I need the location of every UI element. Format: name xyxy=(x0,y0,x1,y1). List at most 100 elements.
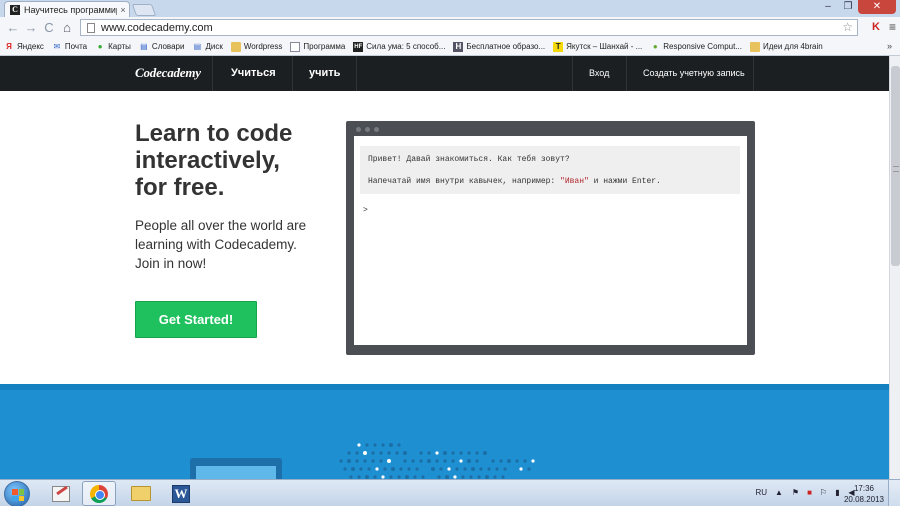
system-tray: RU ▲ ⚑ ■ ⚐ ▮ ◀ xyxy=(755,488,856,497)
extension-icon[interactable]: K xyxy=(869,20,883,34)
tray-arrow-icon[interactable]: ▲ xyxy=(772,488,786,497)
windows-taskbar: W RU ▲ ⚑ ■ ⚐ ▮ ◀ 17:36 20.08.2013 xyxy=(0,479,900,506)
close-window-button[interactable]: ✕ xyxy=(858,0,896,14)
bookmark-label: Яндекс xyxy=(17,42,44,51)
scrollbar-thumb[interactable] xyxy=(891,66,900,266)
bookmark-label: Responsive Comput... xyxy=(663,42,742,51)
map-dot xyxy=(403,451,407,455)
console-screen[interactable]: Привет! Давай знакомиться. Как тебя зову… xyxy=(354,136,747,345)
map-dot xyxy=(435,459,439,463)
map-dot xyxy=(527,467,531,471)
divider xyxy=(572,56,573,91)
bookmark-label: Wordpress xyxy=(243,42,283,51)
map-dot xyxy=(399,467,403,471)
action-center-flag-icon[interactable]: ⚑ xyxy=(791,488,800,497)
map-dot xyxy=(351,467,355,471)
map-dot xyxy=(443,451,447,455)
console-dot xyxy=(365,127,370,132)
bookmark-label: Карты xyxy=(108,42,131,51)
forward-button[interactable]: → xyxy=(22,19,40,37)
language-indicator[interactable]: RU xyxy=(755,488,767,497)
maximize-button[interactable]: ❐ xyxy=(838,0,858,14)
map-dot xyxy=(347,459,351,463)
chrome-icon xyxy=(90,484,108,503)
browser-tab[interactable]: C Научитесь программиров × xyxy=(4,1,130,17)
map-dot xyxy=(363,451,367,455)
divider xyxy=(292,56,293,91)
tray-flag-icon[interactable]: ⚐ xyxy=(819,488,828,497)
bookmarks-overflow-icon[interactable]: » xyxy=(887,41,892,51)
nav-learn[interactable]: Учиться xyxy=(231,67,276,79)
back-button[interactable]: ← xyxy=(4,19,22,37)
map-dot xyxy=(439,467,443,471)
reload-button[interactable]: C xyxy=(40,19,58,37)
console-dot xyxy=(374,127,379,132)
tab-close-icon[interactable]: × xyxy=(117,5,129,15)
explorer-folder-icon xyxy=(131,486,151,501)
tray-app-icon[interactable]: ■ xyxy=(805,488,814,497)
map-dot xyxy=(375,467,379,471)
bookmark-label: Сила ума: 5 способ... xyxy=(366,42,446,51)
get-started-button[interactable]: Get Started! xyxy=(135,301,257,338)
bookmark-label: Программа xyxy=(303,42,346,51)
console-prompt[interactable]: > xyxy=(363,206,368,215)
signup-link[interactable]: Создать учетную запись xyxy=(643,68,745,78)
console-instruction: Напечатай имя внутри кавычек, например: … xyxy=(368,176,740,188)
nav-teach[interactable]: учить xyxy=(309,67,340,79)
bookmark-star-icon[interactable]: ☆ xyxy=(842,20,853,34)
map-dot xyxy=(459,451,463,455)
bookmark-free-education[interactable]: H Бесплатное образо... xyxy=(453,41,545,52)
hf-icon: HF xyxy=(353,41,364,52)
taskbar-chrome[interactable] xyxy=(82,481,116,506)
bookmark-folder-4brain[interactable]: Идеи для 4brain xyxy=(749,41,823,52)
bookmark-yandex[interactable]: Я Яндекс xyxy=(4,42,44,52)
bookmark-program[interactable]: Программа xyxy=(290,41,346,52)
map-dot xyxy=(381,443,385,447)
bookmark-yakutsk-shanghai[interactable]: T Якутск – Шанхай - ... xyxy=(553,41,643,52)
hero-title: Learn to code interactively, for free. xyxy=(135,120,293,201)
bookmark-responsive-comput[interactable]: ● Responsive Comput... xyxy=(650,42,742,52)
taskbar-explorer[interactable] xyxy=(124,481,158,506)
page-scrollbar[interactable] xyxy=(889,56,900,479)
map-dot xyxy=(355,459,359,463)
minimize-button[interactable]: – xyxy=(818,0,838,14)
map-dot xyxy=(471,467,475,471)
map-dot xyxy=(379,451,383,455)
browser-toolbar: ← → C ⌂ www.codecademy.com ☆ K ≡ xyxy=(0,17,900,38)
bookmark-folder-wordpress[interactable]: Wordpress xyxy=(230,41,283,52)
map-dot xyxy=(503,467,507,471)
start-button[interactable] xyxy=(4,481,30,506)
map-dot xyxy=(411,459,415,463)
taskbar-paint[interactable] xyxy=(44,481,78,506)
system-clock[interactable]: 17:36 20.08.2013 xyxy=(844,483,884,505)
new-tab-button[interactable] xyxy=(131,4,157,16)
bookmark-disk[interactable]: ▤ Диск xyxy=(192,42,223,52)
map-dot xyxy=(491,459,495,463)
divider xyxy=(212,56,213,91)
bookmark-mail[interactable]: ✉ Почта xyxy=(52,42,88,52)
bookmark-label: Якутск – Шанхай - ... xyxy=(566,42,643,51)
map-dot xyxy=(403,459,407,463)
blue-feature-band xyxy=(0,384,889,479)
login-link[interactable]: Вход xyxy=(589,68,609,78)
codecademy-favicon-icon: C xyxy=(10,4,20,15)
tab-title: Научитесь программиров xyxy=(24,4,117,15)
folder-icon xyxy=(230,41,241,52)
bookmark-label: Словари xyxy=(151,42,185,51)
bookmark-dictionaries[interactable]: ▤ Словари xyxy=(139,42,185,52)
instruction-text: Напечатай имя внутри кавычек, например: xyxy=(368,177,561,186)
show-desktop-button[interactable] xyxy=(888,480,900,506)
network-icon[interactable]: ▮ xyxy=(833,488,842,497)
map-dot xyxy=(507,459,511,463)
address-bar[interactable]: www.codecademy.com ☆ xyxy=(80,19,858,36)
codecademy-logo[interactable]: Codecademy xyxy=(135,65,201,81)
chrome-menu-icon[interactable]: ≡ xyxy=(889,20,896,34)
taskbar-word[interactable]: W xyxy=(164,481,198,506)
bookmark-maps[interactable]: ● Карты xyxy=(95,42,131,52)
bookmark-sila-uma[interactable]: HF Сила ума: 5 способ... xyxy=(353,41,446,52)
address-url[interactable]: www.codecademy.com xyxy=(101,22,213,34)
map-dot xyxy=(451,459,455,463)
window-titlebar: C Научитесь программиров × – ❐ ✕ xyxy=(0,0,900,17)
window-controls: – ❐ ✕ xyxy=(818,0,896,14)
home-button[interactable]: ⌂ xyxy=(58,19,76,37)
